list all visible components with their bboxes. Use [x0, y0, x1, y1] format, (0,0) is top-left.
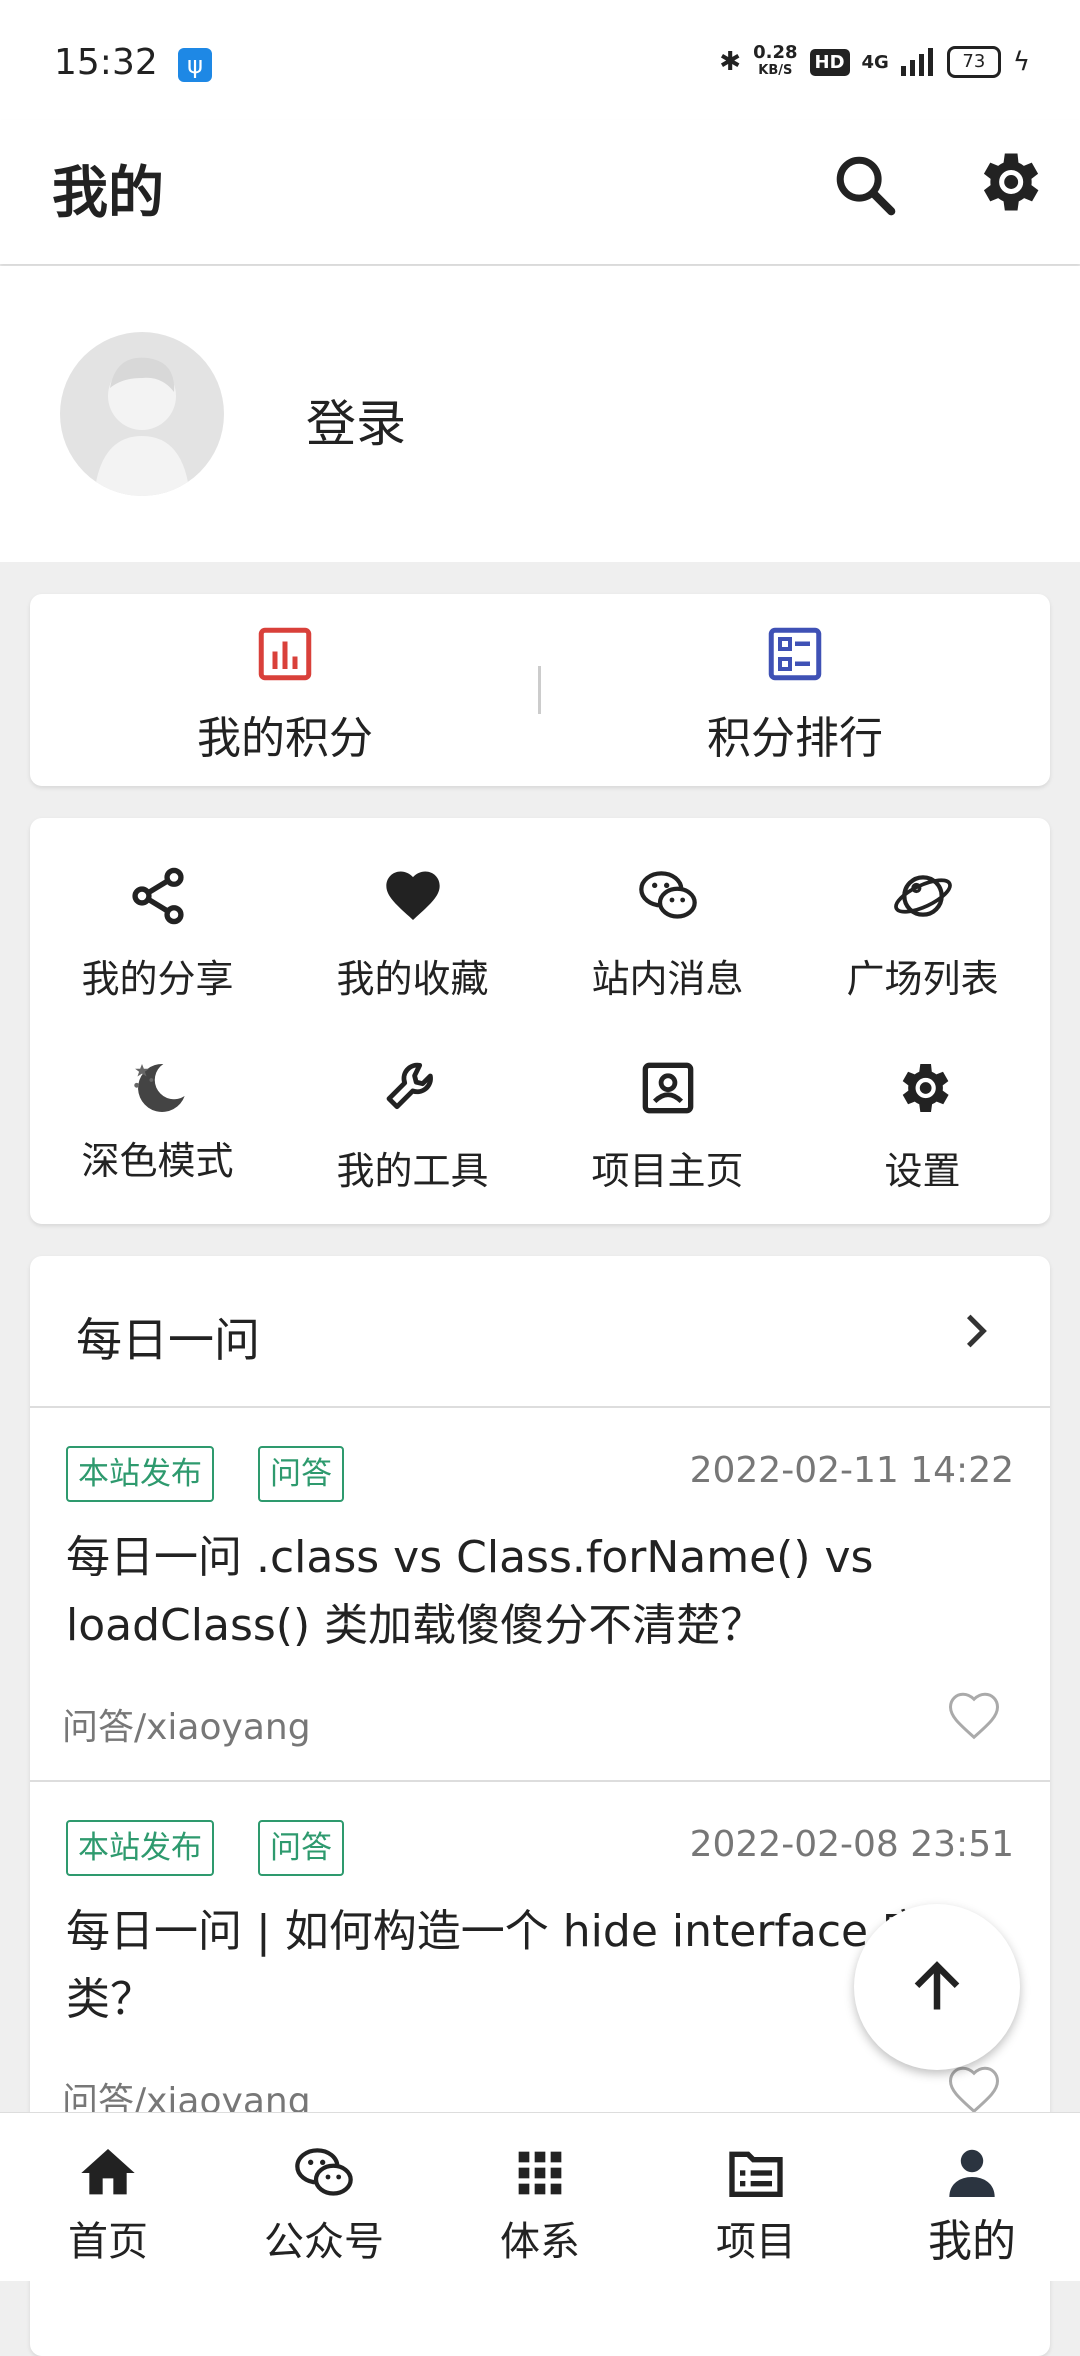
bottom-navigation: 首页 公众号 体系 项目 我的: [0, 2112, 1080, 2281]
menu-label: 项目主页: [591, 1149, 744, 1193]
nav-label: 体系: [500, 2219, 580, 2265]
menu-settings[interactable]: 设置: [795, 1030, 1050, 1210]
network-type: 4G: [861, 51, 889, 73]
tag-site-published: 本站发布: [66, 1446, 214, 1502]
scroll-to-top-button[interactable]: [854, 1904, 1020, 2070]
tag-qa: 问答: [258, 1446, 344, 1502]
points-rank-button[interactable]: 积分排行: [540, 594, 1050, 786]
tag-site-published: 本站发布: [66, 1820, 214, 1876]
heart-outline-icon[interactable]: [942, 1686, 1006, 1746]
default-avatar-icon: [94, 357, 190, 496]
avatar[interactable]: [60, 332, 224, 496]
daily-question-title: 每日一问: [76, 1313, 260, 1367]
nav-label: 公众号: [264, 2219, 384, 2265]
contact-icon: [642, 1062, 693, 1114]
folder-list-icon: [729, 2151, 783, 2197]
nav-label: 项目: [716, 2219, 796, 2265]
menu-dark-mode[interactable]: 深色模式: [30, 1030, 285, 1210]
menu-label: 广场列表: [846, 957, 999, 1001]
grid-icon: [518, 2151, 562, 2195]
page-title: 我的: [52, 161, 164, 226]
article-title: 每日一问 .class vs Class.forName() vs loadCl…: [66, 1532, 874, 1651]
nav-projects[interactable]: 项目: [648, 2113, 864, 2281]
menu-label: 我的分享: [81, 957, 234, 1001]
menu-square-list[interactable]: 广场列表: [795, 838, 1050, 1018]
nav-system[interactable]: 体系: [432, 2113, 648, 2281]
menu-label: 深色模式: [81, 1139, 234, 1183]
heart-icon: [385, 871, 440, 920]
charging-icon: ϟ: [1012, 47, 1030, 77]
menu-my-tools[interactable]: 我的工具: [285, 1030, 540, 1210]
net-speed: 0.28 KB/S: [753, 42, 798, 79]
moon-icon: [133, 1063, 185, 1112]
bar-chart-icon: [258, 627, 312, 681]
menu-site-messages[interactable]: 站内消息: [540, 838, 795, 1018]
status-bar: 15:32 ψ ✱ 0.28 KB/S HD 4G 73 ϟ: [0, 0, 1080, 120]
my-points-button[interactable]: 我的积分: [30, 594, 540, 786]
wrench-icon: [386, 1062, 433, 1110]
chevron-right-icon: [966, 1314, 987, 1348]
arrow-up-icon: [914, 1961, 960, 2010]
profile-section[interactable]: 登录: [0, 266, 1080, 562]
menu-project-home[interactable]: 项目主页: [540, 1030, 795, 1210]
points-rank-label: 积分排行: [707, 713, 883, 764]
login-link[interactable]: 登录: [306, 384, 406, 456]
nav-mine[interactable]: 我的: [864, 2113, 1080, 2281]
planet-icon: [893, 875, 952, 917]
my-points-label: 我的积分: [197, 713, 373, 764]
menu-label: 我的工具: [336, 1149, 489, 1193]
usb-icon: ψ: [178, 48, 212, 82]
daily-question-header[interactable]: 每日一问: [30, 1256, 1050, 1408]
nav-label: 首页: [68, 2219, 148, 2265]
wechat-icon: [638, 871, 697, 919]
article-item[interactable]: 本站发布 问答 2022-02-11 14:22 每日一问 .class vs …: [30, 1408, 1050, 1782]
nav-home[interactable]: 首页: [0, 2113, 216, 2281]
points-card: 我的积分 积分排行: [30, 594, 1050, 786]
list-grid-icon: [768, 627, 822, 681]
battery-icon: 73: [946, 46, 1001, 78]
hd-badge: HD: [809, 48, 850, 76]
wechat-icon: [295, 2148, 353, 2196]
signal-icon: [900, 48, 933, 76]
bluetooth-icon: ✱: [719, 47, 742, 77]
menu-label: 站内消息: [591, 957, 744, 1001]
menu-label: 我的收藏: [336, 957, 489, 1001]
tag-qa: 问答: [258, 1820, 344, 1876]
status-icons: ✱ 0.28 KB/S HD 4G 73 ϟ: [719, 44, 1030, 80]
nav-label: 我的: [928, 2216, 1016, 2267]
article-author: 问答/xiaoyang: [62, 1707, 311, 1748]
heart-outline-icon[interactable]: [942, 2060, 1006, 2120]
gear-icon[interactable]: [970, 144, 1046, 220]
person-icon: [949, 2149, 995, 2197]
menu-label: 设置: [884, 1149, 961, 1193]
gear-icon: [902, 1064, 949, 1112]
share-icon: [131, 867, 184, 925]
app-bar: 我的: [0, 120, 1080, 264]
status-time: 15:32: [54, 42, 158, 83]
menu-my-favorites[interactable]: 我的收藏: [285, 838, 540, 1018]
search-icon[interactable]: [830, 150, 900, 220]
menu-my-share[interactable]: 我的分享: [30, 838, 285, 1018]
nav-official-accounts[interactable]: 公众号: [216, 2113, 432, 2281]
home-icon: [81, 2149, 135, 2195]
article-date: 2022-02-11 14:22: [689, 1450, 1014, 1491]
menu-card: 我的分享 我的收藏 站内消息 广场列表 深色模式 我的工具 项目主页 设置: [30, 818, 1050, 1224]
article-date: 2022-02-08 23:51: [689, 1824, 1014, 1865]
